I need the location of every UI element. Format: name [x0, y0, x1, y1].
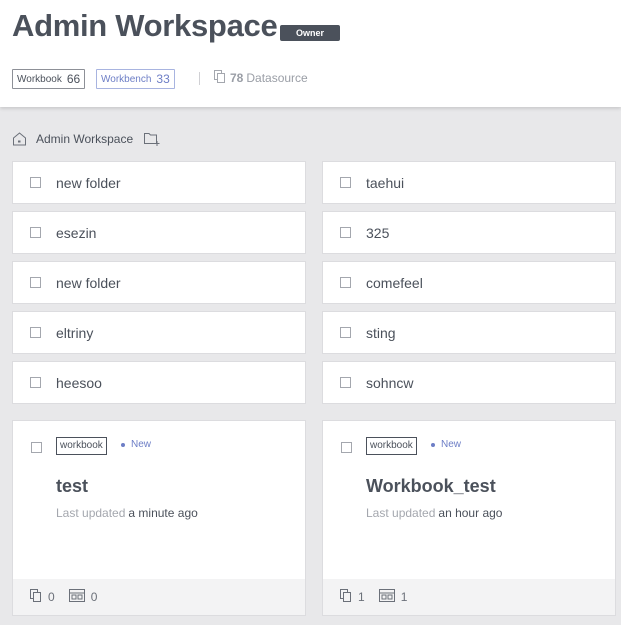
dashboard-count: 0 [29, 589, 55, 605]
workbench-count-value: 33 [156, 72, 170, 86]
folder-item[interactable]: comefeel [322, 261, 616, 304]
workbook-checkbox[interactable] [341, 442, 352, 453]
folder-name: sohncw [366, 374, 414, 391]
breadcrumb: Admin Workspace [12, 131, 161, 146]
datasource-count[interactable]: 78 Datasource [213, 70, 308, 86]
folder-item[interactable]: esezin [12, 211, 306, 254]
folder-item[interactable]: heesoo [12, 361, 306, 404]
chart-icon [378, 589, 401, 605]
workbook-count-value: 66 [66, 72, 81, 86]
folder-item[interactable]: 325 [322, 211, 616, 254]
new-dot-icon [431, 442, 435, 447]
new-badge-label: New [131, 439, 152, 450]
folder-item[interactable]: new folder [12, 261, 306, 304]
chart-count: 0 [68, 589, 98, 605]
dashboard-count: 1 [339, 589, 365, 605]
new-badge: New [431, 439, 461, 450]
home-icon[interactable] [12, 131, 27, 146]
folder-checkbox[interactable] [340, 277, 351, 288]
updated-value: a minute ago [128, 506, 198, 520]
dashboard-count-value: 0 [48, 590, 55, 604]
workbook-card-footer: 0 0 [13, 579, 305, 615]
folder-checkbox[interactable] [30, 277, 41, 288]
folder-name: new folder [56, 174, 121, 191]
workbook-card[interactable]: workbook New Workbook_test Last updated a… [322, 420, 616, 616]
folder-checkbox[interactable] [30, 327, 41, 338]
chart-count-value: 1 [400, 590, 408, 604]
folder-name: esezin [56, 224, 97, 241]
folder-checkbox[interactable] [340, 327, 351, 338]
workbench-count-label: Workbench [101, 73, 152, 85]
folder-checkbox[interactable] [340, 177, 351, 188]
folder-name: taehui [366, 174, 405, 191]
folder-name: heesoo [56, 374, 102, 391]
folder-name: 325 [366, 224, 390, 241]
workbook-updated: Last updated a minute ago [56, 506, 198, 520]
dashboard-icon [339, 589, 358, 605]
stats-divider [199, 72, 200, 85]
folder-item[interactable]: eltriny [12, 311, 306, 354]
folder-checkbox[interactable] [30, 377, 41, 388]
datasource-icon [213, 70, 230, 86]
updated-value: an hour ago [438, 506, 503, 520]
folder-name: sting [366, 324, 396, 341]
folder-item[interactable]: sting [322, 311, 616, 354]
workbook-count-filter[interactable]: Workbook 66 [12, 69, 86, 89]
folder-checkbox[interactable] [30, 227, 41, 238]
folder-name: comefeel [366, 274, 423, 291]
workbook-card[interactable]: workbook New test Last updated a minute a… [12, 420, 306, 616]
datasource-count-value: 78 [230, 71, 244, 85]
workbook-type-tag: workbook [56, 437, 107, 455]
workbook-card-footer: 1 1 [323, 579, 615, 615]
chart-count: 1 [378, 589, 408, 605]
workbook-updated: Last updated an hour ago [366, 506, 502, 520]
chart-count-value: 0 [90, 590, 98, 604]
folder-checkbox[interactable] [30, 177, 41, 188]
dashboard-count-value: 1 [358, 590, 365, 604]
workbook-count-label: Workbook [17, 73, 62, 85]
datasource-count-label: Datasource [246, 71, 308, 85]
updated-label: Last updated [366, 506, 436, 520]
owner-badge: Owner [280, 25, 340, 41]
workbook-name: test [56, 476, 89, 496]
folder-checkbox[interactable] [340, 377, 351, 388]
new-badge-label: New [441, 439, 462, 450]
folder-item[interactable]: taehui [322, 161, 616, 204]
breadcrumb-current[interactable]: Admin Workspace [36, 132, 133, 146]
folder-name: eltriny [56, 324, 94, 341]
new-dot-icon [121, 442, 125, 447]
workbook-name: Workbook_test [366, 476, 496, 496]
chart-icon [68, 589, 91, 605]
folder-item[interactable]: sohncw [322, 361, 616, 404]
workbook-type-tag: workbook [366, 437, 417, 455]
workspace-header: Admin Workspace Owner Workbook 66 Workbe… [0, 0, 621, 107]
workbench-count-filter[interactable]: Workbench 33 [96, 69, 175, 89]
updated-label: Last updated [56, 506, 126, 520]
folder-item[interactable]: new folder [12, 161, 306, 204]
new-folder-icon[interactable] [143, 131, 161, 146]
dashboard-icon [29, 589, 48, 605]
new-badge: New [121, 439, 151, 450]
folder-checkbox[interactable] [340, 227, 351, 238]
folder-name: new folder [56, 274, 121, 291]
workspace-title: Admin Workspace [12, 8, 278, 43]
workbook-checkbox[interactable] [31, 442, 42, 453]
